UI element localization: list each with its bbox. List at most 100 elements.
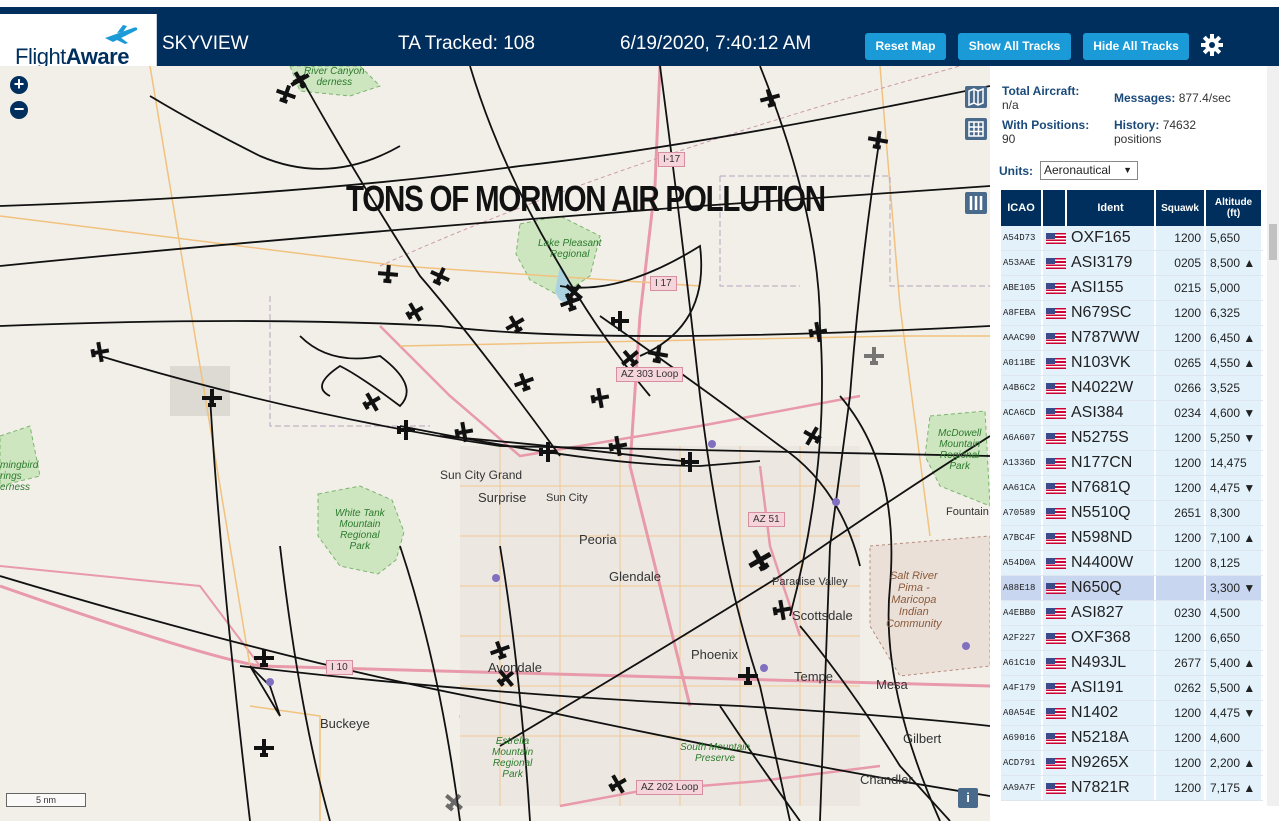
col-ident[interactable]: Ident [1067,190,1156,226]
ident-cell: N1402 [1043,701,1156,725]
icao-cell: A54D73 [1001,226,1043,250]
altitude-cell: 5,000 [1206,276,1263,300]
us-flag-icon [1046,657,1066,669]
ident-cell: N679SC [1043,301,1156,325]
highway-shield: AZ 51 [748,512,785,527]
icao-cell: A54D0A [1001,551,1043,575]
table-row[interactable]: A6A607 N5275S 1200 5,250 ▼ [1001,426,1263,451]
ident-cell: ASI827 [1043,601,1156,625]
altitude-cell: 4,600 [1206,726,1263,750]
us-flag-icon [1046,757,1066,769]
columns-toggle-button[interactable] [965,192,987,214]
ident-cell: ASI155 [1043,276,1156,300]
us-flag-icon [1046,357,1066,369]
ident-text: N679SC [1071,304,1132,321]
hide-all-tracks-button[interactable]: Hide All Tracks [1083,33,1189,60]
reset-map-button[interactable]: Reset Map [865,33,946,60]
table-row[interactable]: A53AAE ASI3179 0205 8,500 ▲ [1001,251,1263,276]
icao-cell: A8FEBA [1001,301,1043,325]
squawk-cell: 1200 [1156,226,1206,250]
table-row[interactable]: AAAC90 N787WW 1200 6,450 ▲ [1001,326,1263,351]
ident-text: ASI384 [1071,404,1124,421]
place-label: Avondale [488,660,542,675]
table-row[interactable]: A8FEBA N679SC 1200 6,325 [1001,301,1263,326]
squawk-cell: 1200 [1156,551,1206,575]
ident-text: N5275S [1071,429,1129,446]
icao-cell: A1336D [1001,451,1043,475]
squawk-cell: 1200 [1156,626,1206,650]
plane-logo-icon [105,25,138,44]
squawk-cell: 0265 [1156,351,1206,375]
col-squawk[interactable]: Squawk [1156,190,1206,226]
ident-cell: N598ND [1043,526,1156,550]
units-select[interactable]: Aeronautical ▼ [1040,161,1138,180]
us-flag-icon [1046,332,1066,344]
top-bar: FlightAware SKYVIEW TA Tracked: 108 6/19… [0,0,1279,73]
table-row[interactable]: A61C10 N493JL 2677 5,400 ▲ [1001,651,1263,676]
with-positions-stat: With Positions: 90 [1002,118,1090,146]
scrollbar[interactable] [1267,66,1279,806]
table-row[interactable]: A011BE N103VK 0265 4,550 ▲ [1001,351,1263,376]
map-layers-button[interactable] [965,86,987,108]
us-flag-icon [1046,307,1066,319]
table-row[interactable]: ACA6CD ASI384 0234 4,600 ▼ [1001,401,1263,426]
gear-icon[interactable] [1200,33,1224,57]
squawk-cell: 0215 [1156,276,1206,300]
table-row[interactable]: A4B6C2 N4022W 0266 3,525 [1001,376,1263,401]
altitude-cell: 5,650 [1206,226,1263,250]
icao-cell: ACD791 [1001,751,1043,775]
zoom-in-button[interactable]: + [10,75,28,94]
map-canvas[interactable]: Sun City Grand Surprise Sun City Peoria … [0,66,990,821]
table-row[interactable]: A54D0A N4400W 1200 8,125 [1001,551,1263,576]
ident-cell: ASI3179 [1043,251,1156,275]
park-label: Estrella Mountain Regional Park [492,736,534,780]
altitude-cell: 6,650 [1206,626,1263,650]
highway-shield: AZ 303 Loop [616,367,684,382]
zoom-out-button[interactable]: − [10,100,28,119]
place-label: Tempe [794,669,834,684]
us-flag-icon [1046,257,1066,269]
us-flag-icon [1046,457,1066,469]
table-row[interactable]: ABE105 ASI155 0215 5,000 [1001,276,1263,301]
icao-cell: A7BC4F [1001,526,1043,550]
us-flag-icon [1046,482,1066,494]
icao-cell: AA9A7F [1001,776,1043,800]
col-icao[interactable]: ICAO [1001,190,1043,226]
info-button[interactable]: i [958,788,978,808]
highway-shield: AZ 202 Loop [636,780,704,795]
table-row[interactable]: ACD791 N9265X 1200 2,200 ▲ [1001,751,1263,776]
scrollbar-thumb[interactable] [1269,224,1277,260]
table-row[interactable]: A54D73 OXF165 1200 5,650 [1001,226,1263,251]
place-label: Paradise Valley [772,576,848,588]
place-label: Mesa [876,677,908,692]
table-row[interactable]: AA9A7F N7821R 1200 7,175 ▲ [1001,776,1263,801]
col-altitude[interactable]: Altitude (ft) [1206,190,1263,226]
icao-cell: A69016 [1001,726,1043,750]
us-flag-icon [1046,607,1066,619]
altitude-cell: 4,475 ▼ [1206,701,1263,725]
us-flag-icon [1046,382,1066,394]
icao-cell: A6A607 [1001,426,1043,450]
table-row[interactable]: A7BC4F N598ND 1200 7,100 ▲ [1001,526,1263,551]
table-body: A54D73 OXF165 1200 5,650 A53AAE ASI3179 0205 8,… [1001,226,1263,801]
park-label: South Mountain Preserve [680,742,751,764]
ident-text: N103VK [1071,354,1131,371]
grid-toggle-button[interactable] [965,118,987,140]
us-flag-icon [1046,532,1066,544]
table-row[interactable]: A88E18 N650Q 3,300 ▼ [1001,576,1263,601]
col-flag[interactable] [1043,190,1067,226]
table-row[interactable]: A0A54E N1402 1200 4,475 ▼ [1001,701,1263,726]
table-header: ICAO Ident Squawk Altitude (ft) [1001,190,1263,226]
tracked-count: TA Tracked: 108 [398,33,535,54]
table-row[interactable]: A70589 N5510Q 2651 8,300 [1001,501,1263,526]
show-all-tracks-button[interactable]: Show All Tracks [958,33,1071,60]
table-row[interactable]: A2F227 OXF368 1200 6,650 [1001,626,1263,651]
table-row[interactable]: A1336D N177CN 1200 14,475 [1001,451,1263,476]
altitude-cell: 5,400 ▲ [1206,651,1263,675]
table-row[interactable]: AA61CA N7681Q 1200 4,475 ▼ [1001,476,1263,501]
table-row[interactable]: A4F179 ASI191 0262 5,500 ▲ [1001,676,1263,701]
squawk-cell: 1200 [1156,426,1206,450]
table-row[interactable]: A4EBB0 ASI827 0230 4,500 [1001,601,1263,626]
table-row[interactable]: A69016 N5218A 1200 4,600 [1001,726,1263,751]
flightaware-logo[interactable]: FlightAware [0,14,157,73]
